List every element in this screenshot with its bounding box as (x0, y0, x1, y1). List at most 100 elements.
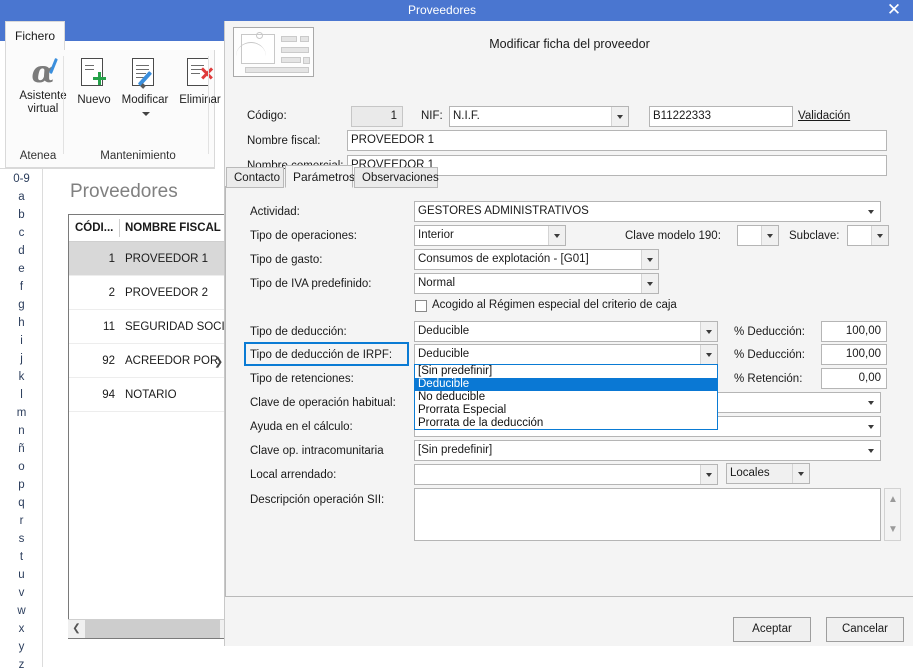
alpha-item-s[interactable]: s (0, 532, 43, 546)
clave-intracomunitaria-select[interactable]: [Sin predefinir] (414, 440, 881, 461)
tipo-deduccion-irpf-select[interactable]: Deducible (414, 344, 718, 365)
close-icon[interactable]: ✕ (880, 0, 908, 21)
alphabet-index-rail: 0-9 a b c d e f g h i j k l m n ñ o p q … (0, 169, 43, 671)
alpha-item-h[interactable]: h (0, 316, 43, 330)
chevron-down-icon[interactable] (863, 417, 880, 436)
dropdown-option-no-deducible[interactable]: No deducible (415, 391, 717, 404)
chevron-down-icon[interactable] (611, 107, 628, 126)
ribbon-tab-fichero[interactable]: Fichero (5, 21, 65, 51)
tipo-gasto-select[interactable]: Consumos de explotación - [G01] (414, 249, 659, 270)
chevron-down-icon[interactable] (700, 345, 717, 364)
chevron-down-icon[interactable] (792, 464, 809, 483)
actividad-select[interactable]: GESTORES ADMINISTRATIVOS (414, 201, 881, 222)
chevron-up-icon[interactable]: ▲ (888, 495, 898, 505)
alpha-item-k[interactable]: k (0, 370, 43, 384)
validacion-link[interactable]: Validación (798, 110, 850, 122)
alpha-item-j[interactable]: j (0, 352, 43, 366)
grid-horizontal-scrollbar[interactable]: ❮ (68, 619, 228, 638)
chevron-right-icon[interactable]: ❯ (214, 355, 223, 368)
chevron-down-icon[interactable] (641, 250, 658, 269)
tab-contacto[interactable]: Contacto (226, 167, 284, 188)
alpha-item-n[interactable]: n (0, 424, 43, 438)
alpha-item-l[interactable]: l (0, 388, 43, 402)
chevron-left-icon[interactable]: ❮ (68, 620, 85, 638)
dropdown-option-prorrata-deduccion[interactable]: Prorrata de la deducción (415, 417, 717, 430)
chevron-down-icon[interactable] (761, 226, 778, 245)
tipo-iva-label: Tipo de IVA predefinido: (250, 278, 372, 290)
chevron-down-icon[interactable]: ▼ (888, 525, 898, 535)
table-row[interactable]: 11 SEGURIDAD SOCI (69, 310, 228, 344)
chevron-down-icon[interactable] (700, 465, 717, 484)
alpha-item-0-9[interactable]: 0-9 (0, 172, 43, 186)
alpha-item-e[interactable]: e (0, 262, 43, 276)
local-arrendado-select[interactable] (414, 464, 718, 485)
chevron-down-icon[interactable] (863, 202, 880, 221)
descripcion-sii-spinner[interactable]: ▲ ▼ (884, 488, 901, 541)
nombre-fiscal-field[interactable]: PROVEEDOR 1 (347, 130, 887, 151)
tab-observaciones[interactable]: Observaciones (354, 167, 439, 188)
alpha-item-g[interactable]: g (0, 298, 43, 312)
alpha-item-t[interactable]: t (0, 550, 43, 564)
alpha-item-c[interactable]: c (0, 226, 43, 240)
tipo-operaciones-select[interactable]: Interior (414, 225, 566, 246)
alpha-item-z[interactable]: z (0, 658, 43, 672)
alpha-item-o[interactable]: o (0, 460, 43, 474)
table-row[interactable]: 1 PROVEEDOR 1 (69, 242, 228, 276)
cancelar-button[interactable]: Cancelar (826, 617, 904, 642)
alpha-item-q[interactable]: q (0, 496, 43, 510)
pct-deduccion-irpf-field[interactable]: 100,00 (821, 344, 887, 365)
pct-retencion-field[interactable]: 0,00 (821, 368, 887, 389)
tipo-deduccion-irpf-dropdown-list[interactable]: [Sin predefinir] Deducible No deducible … (414, 364, 718, 430)
chevron-down-icon[interactable] (863, 441, 880, 460)
nif-field[interactable]: B11222333 (649, 106, 793, 127)
tipo-retenciones-label: Tipo de retenciones: (250, 373, 354, 385)
alpha-item-v[interactable]: v (0, 586, 43, 600)
dropdown-option-prorrata-especial[interactable]: Prorrata Especial (415, 404, 717, 417)
chevron-down-icon[interactable] (641, 274, 658, 293)
clave-modelo-190-select[interactable] (737, 225, 779, 246)
table-row[interactable]: 92 ACREEDOR POR (69, 344, 228, 378)
alpha-item-enye[interactable]: ñ (0, 442, 43, 456)
alpha-item-r[interactable]: r (0, 514, 43, 528)
tipo-deduccion-select[interactable]: Deducible (414, 321, 718, 342)
table-row[interactable]: 94 NOTARIO (69, 378, 228, 412)
alpha-item-i[interactable]: i (0, 334, 43, 348)
chevron-down-icon[interactable] (700, 322, 717, 341)
alpha-item-p[interactable]: p (0, 478, 43, 492)
alpha-item-b[interactable]: b (0, 208, 43, 222)
alpha-item-u[interactable]: u (0, 568, 43, 582)
alpha-item-d[interactable]: d (0, 244, 43, 258)
asistente-virtual-button[interactable]: α Asistente virtual (12, 56, 74, 116)
grid-column-header-codigo[interactable]: CÓDI... (75, 215, 113, 241)
chevron-down-icon[interactable] (871, 226, 888, 245)
table-row[interactable]: 2 PROVEEDOR 2 (69, 276, 228, 310)
tab-parametros[interactable]: Parámetros (285, 165, 355, 188)
grid-column-header-nombre-fiscal[interactable]: NOMBRE FISCAL (125, 215, 221, 241)
criterio-caja-checkbox[interactable] (415, 300, 427, 312)
alpha-item-x[interactable]: x (0, 622, 43, 636)
aceptar-button[interactable]: Aceptar (733, 617, 811, 642)
row-name: SEGURIDAD SOCI (125, 321, 225, 333)
locales-button[interactable]: Locales (726, 463, 810, 484)
tipo-iva-value: Normal (418, 277, 456, 289)
scrollbar-thumb[interactable] (85, 620, 220, 638)
modificar-button[interactable]: Modificar (116, 58, 174, 116)
eliminar-button[interactable]: Eliminar (174, 58, 226, 107)
alpha-item-f[interactable]: f (0, 280, 43, 294)
nuevo-button[interactable]: Nuevo (72, 58, 116, 107)
dropdown-option-sin-predefinir[interactable]: [Sin predefinir] (415, 365, 717, 378)
alpha-item-m[interactable]: m (0, 406, 43, 420)
chevron-down-icon[interactable] (142, 112, 150, 116)
tipo-iva-select[interactable]: Normal (414, 273, 659, 294)
pct-deduccion-field[interactable]: 100,00 (821, 321, 887, 342)
dropdown-option-deducible[interactable]: Deducible (415, 378, 717, 391)
codigo-field[interactable]: 1 (351, 106, 403, 127)
descripcion-sii-textarea[interactable] (414, 488, 881, 541)
chevron-down-icon[interactable] (548, 226, 565, 245)
alpha-item-a[interactable]: a (0, 190, 43, 204)
chevron-down-icon[interactable] (863, 393, 880, 412)
nif-type-select[interactable]: N.I.F. (449, 106, 629, 127)
alpha-item-y[interactable]: y (0, 640, 43, 654)
subclave-select[interactable] (847, 225, 889, 246)
alpha-item-w[interactable]: w (0, 604, 43, 618)
